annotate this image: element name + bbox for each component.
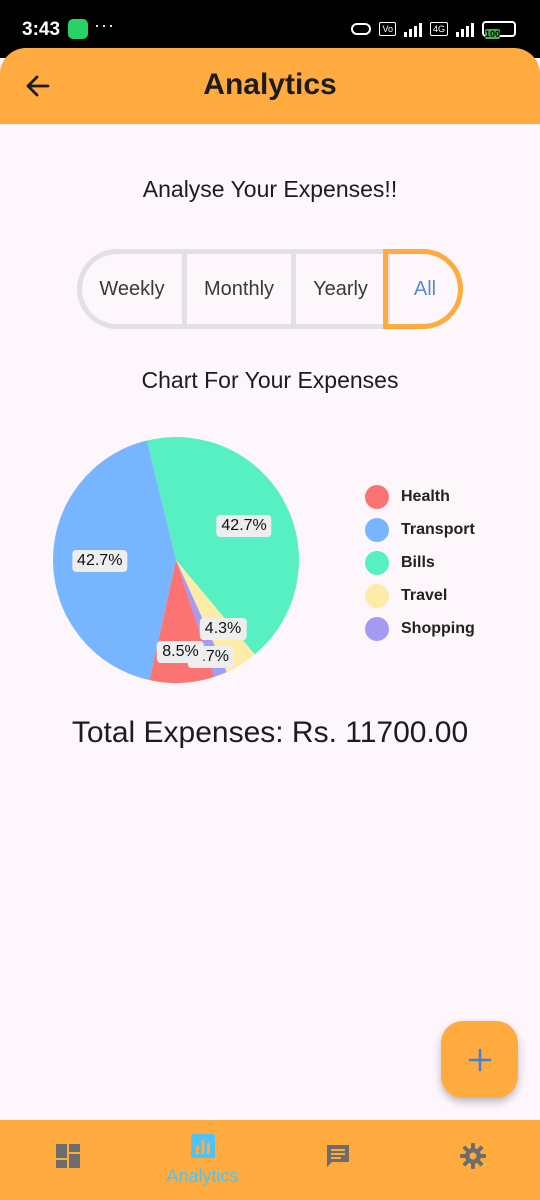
- tab-monthly[interactable]: Monthly: [187, 254, 291, 324]
- battery-icon: 100: [482, 21, 516, 39]
- link-icon: [351, 23, 372, 35]
- legend-dot-shopping: [365, 616, 389, 641]
- legend-label: Transport: [401, 520, 475, 538]
- whatsapp-icon: [68, 19, 88, 39]
- pie-label-transport: 42.7%: [72, 549, 128, 572]
- period-selector: Weekly Monthly Yearly All: [77, 249, 463, 329]
- status-time: 3:43: [22, 19, 61, 40]
- bar-chart-icon: [190, 1134, 215, 1158]
- tab-weekly[interactable]: Weekly: [82, 254, 182, 324]
- nav-dashboard[interactable]: [0, 1120, 135, 1200]
- network-type-icon: 4G: [429, 22, 448, 36]
- pie-label-bills: 42.7%: [216, 514, 272, 537]
- legend-item-transport: Transport: [365, 513, 475, 546]
- pie-label-health: 8.5%: [157, 641, 204, 664]
- gear-icon: [459, 1143, 486, 1169]
- legend-dot-health: [365, 484, 389, 509]
- signal-icon: [403, 21, 422, 37]
- legend-dot-transport: [365, 517, 389, 542]
- expense-pie-chart: 42.7% 4.3% 1.7% 8.5% 42.7%: [52, 436, 300, 684]
- signal-icon-2: [456, 21, 474, 37]
- legend-label: Health: [401, 487, 450, 505]
- page-title: Analytics: [203, 68, 337, 101]
- volte-icon: Vo: [379, 22, 396, 36]
- message-icon: [326, 1145, 349, 1167]
- legend-dot-bills: [365, 550, 389, 575]
- plus-icon: [468, 1048, 491, 1071]
- legend-item-health: Health: [365, 480, 475, 513]
- chart-legend: Health Transport Bills Travel Shopping: [365, 480, 475, 645]
- legend-label: Travel: [401, 586, 448, 604]
- section-heading: Analyse Your Expenses!!: [142, 176, 398, 202]
- more-notifications-icon: ···: [94, 15, 115, 35]
- tab-yearly[interactable]: Yearly: [296, 254, 385, 324]
- legend-label: Shopping: [401, 619, 475, 637]
- app-bar: Analytics: [0, 48, 540, 124]
- pie-label-travel: 4.3%: [199, 618, 247, 641]
- nav-analytics-label: Analytics: [166, 1166, 239, 1186]
- chart-title: Chart For Your Expenses: [141, 367, 399, 393]
- nav-messages[interactable]: [270, 1120, 405, 1200]
- nav-settings[interactable]: [405, 1120, 540, 1200]
- dashboard-icon: [55, 1144, 80, 1168]
- status-icons: Vo 4G 100: [351, 18, 516, 40]
- legend-item-travel: Travel: [365, 579, 475, 612]
- add-expense-button[interactable]: [441, 1021, 518, 1098]
- legend-label: Bills: [401, 553, 435, 571]
- legend-item-shopping: Shopping: [365, 612, 475, 645]
- bottom-navigation: Analytics: [0, 1120, 540, 1200]
- legend-item-bills: Bills: [365, 546, 475, 579]
- tab-all[interactable]: All: [390, 254, 458, 324]
- total-expenses: Total Expenses: Rs. 11700.00: [71, 716, 469, 749]
- battery-level: 100: [485, 29, 501, 39]
- legend-dot-travel: [365, 583, 389, 608]
- nav-analytics[interactable]: Analytics: [135, 1120, 270, 1200]
